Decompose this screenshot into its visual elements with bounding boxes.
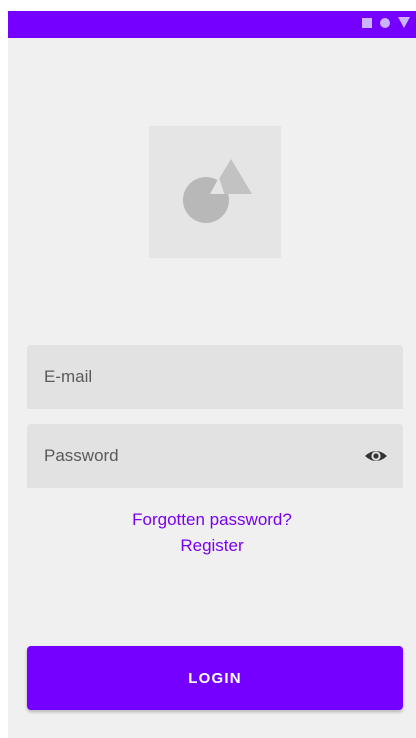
app-logo [149,126,281,258]
status-bar [8,11,416,38]
triangle-icon [398,17,410,28]
circle-icon [380,17,390,28]
register-link[interactable]: Register [8,536,416,556]
login-button[interactable]: LOGIN [27,646,403,710]
email-field-container [27,345,403,409]
password-field-container [27,424,403,488]
forgot-password-link[interactable]: Forgotten password? [8,510,416,530]
login-screen: Forgotten password? Register LOGIN [8,11,416,738]
square-icon [362,17,372,28]
eye-icon[interactable] [363,444,389,468]
status-icons [362,17,410,28]
password-input[interactable] [27,424,403,488]
shapes-logo-icon [183,159,252,223]
email-input[interactable] [27,345,403,409]
